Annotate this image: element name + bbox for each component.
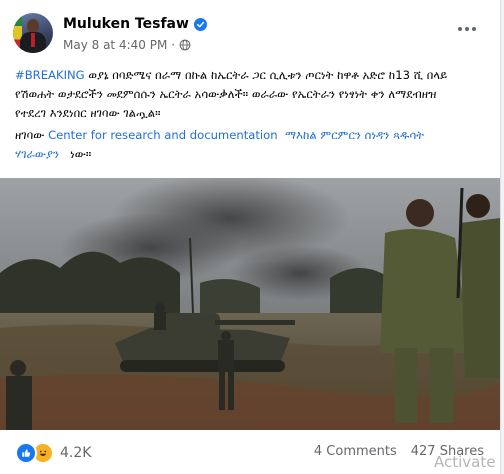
- avatar-tie: [31, 33, 35, 47]
- facebook-post: Muluken Tesfaw May 8 at 4:40 PM · #BREAK…: [0, 0, 501, 474]
- author-avatar[interactable]: [13, 13, 53, 53]
- post-text-line-1: #BREAKING ወያኔ በባድሜና በራማ በኩል ከኤርትራ ጋር ሲሊቱ…: [15, 66, 490, 85]
- post-source-line: ዘገባው Center for research and documentati…: [15, 126, 490, 145]
- post-meta: May 8 at 4:40 PM ·: [63, 38, 191, 52]
- source-amharic-link-2[interactable]: ሃገራውያን: [15, 147, 59, 161]
- author-row: Muluken Tesfaw: [63, 16, 207, 32]
- post-source-line-2: ሃገራውያን ነው።: [15, 145, 490, 164]
- post-text-line-2: የሽወሐት ወታደሮችን መደምሰሱን ኤርትራ አሳውቃለች። ወራራው የኤ…: [15, 87, 437, 101]
- source-amharic-link[interactable]: ማእከል ምርምርን ሰነዳን ጻዱሳት: [285, 128, 424, 142]
- verified-badge-icon: [193, 17, 207, 31]
- post-text: #BREAKING ወያኔ በባድሜና በራማ በኩል ከኤርትራ ጋር ሲሊቱ…: [15, 66, 490, 164]
- reaction-count: 4.2K: [60, 445, 92, 461]
- post-photo[interactable]: [0, 178, 500, 430]
- activate-windows-watermark: Activate: [434, 453, 496, 471]
- comments-count[interactable]: 4 Comments: [314, 444, 397, 459]
- post-text-line-1-body: ወያኔ በባድሜና በራማ በኩል ከኤርትራ ጋር ሲሊቱን ጦርነት ከዋቶ…: [84, 68, 448, 82]
- globe-icon: [179, 39, 191, 51]
- meta-separator: ·: [171, 38, 176, 52]
- reactions-summary[interactable]: 4.2K: [15, 442, 91, 464]
- avatar-head: [27, 19, 39, 33]
- more-options-icon[interactable]: [458, 25, 478, 33]
- hashtag-breaking[interactable]: #BREAKING: [15, 68, 85, 82]
- post-text-line-3: የተደረገ እንደነበር ዘገባው ገልጧል።: [15, 106, 161, 120]
- like-reaction-icon: [15, 442, 37, 464]
- post-header: Muluken Tesfaw May 8 at 4:40 PM ·: [0, 0, 500, 62]
- source-suffix: ነው።: [70, 147, 92, 161]
- post-footer: 4.2K 4 Comments 427 Shares: [0, 434, 500, 470]
- post-timestamp[interactable]: May 8 at 4:40 PM: [63, 38, 167, 52]
- source-link[interactable]: Center for research and documentation: [48, 128, 277, 142]
- source-prefix: ዘገባው: [15, 128, 45, 142]
- author-name[interactable]: Muluken Tesfaw: [63, 16, 189, 32]
